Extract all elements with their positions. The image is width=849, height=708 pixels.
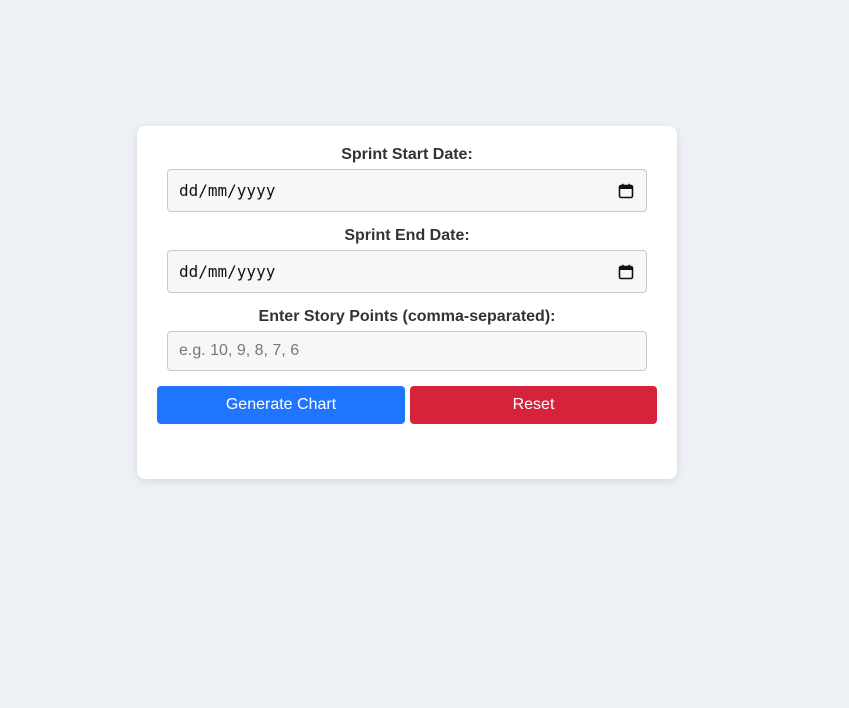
sprint-end-date-value: dd/mm/yyyy <box>179 262 276 281</box>
calendar-icon[interactable] <box>618 264 634 280</box>
calendar-icon[interactable] <box>618 183 634 199</box>
sprint-end-date-input[interactable]: dd/mm/yyyy <box>167 250 647 293</box>
sprint-start-date-value: dd/mm/yyyy <box>179 181 276 200</box>
reset-button[interactable]: Reset <box>410 386 657 424</box>
sprint-start-date-input[interactable]: dd/mm/yyyy <box>167 169 647 212</box>
story-points-input[interactable] <box>168 332 646 370</box>
generate-chart-button[interactable]: Generate Chart <box>157 386 405 424</box>
sprint-start-date-label: Sprint Start Date: <box>341 146 473 163</box>
story-points-label: Enter Story Points (comma-separated): <box>258 308 556 325</box>
story-points-field[interactable] <box>167 331 647 371</box>
sprint-end-date-label: Sprint End Date: <box>344 227 470 244</box>
burndown-form-card: Sprint Start Date: dd/mm/yyyy Sprint End… <box>137 126 677 479</box>
